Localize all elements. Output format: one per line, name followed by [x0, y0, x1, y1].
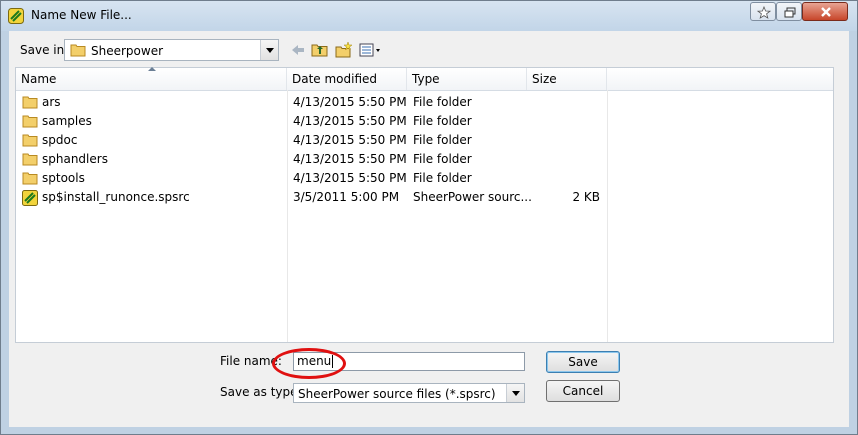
cancel-button[interactable]: Cancel	[546, 380, 620, 402]
save-as-type-value: SheerPower source files (*.spsrc)	[298, 387, 496, 401]
sheerpower-app-icon	[8, 8, 24, 24]
file-type: File folder	[413, 171, 472, 185]
back-arrow-icon[interactable]	[289, 41, 307, 59]
dialog-window: Name New File... Save in: Sheerpower Nam…	[0, 0, 858, 435]
chevron-down-icon	[266, 48, 274, 53]
file-size	[527, 150, 600, 169]
file-name: ars	[42, 95, 61, 109]
star-icon	[756, 5, 772, 19]
folder-icon	[70, 44, 86, 57]
column-header-name[interactable]: Name	[16, 67, 287, 90]
dialog-body: Save in: Sheerpower Name Date modified T…	[9, 31, 849, 427]
file-date: 4/13/2015 5:50 PM	[293, 114, 407, 128]
title-bar[interactable]: Name New File...	[1, 1, 857, 31]
file-type: File folder	[413, 152, 472, 166]
restore-button[interactable]	[776, 2, 802, 21]
column-header-size[interactable]: Size	[527, 68, 607, 90]
new-folder-icon[interactable]	[335, 41, 353, 59]
sheerpower-file-icon	[22, 190, 38, 206]
list-item[interactable]: sp$install_runonce.spsrc 3/5/2011 5:00 P…	[16, 188, 616, 207]
file-size	[527, 112, 600, 131]
close-button[interactable]	[802, 2, 848, 21]
file-date: 4/13/2015 5:50 PM	[293, 152, 407, 166]
window-title: Name New File...	[31, 8, 132, 22]
save-in-dropdown[interactable]: Sheerpower	[64, 39, 279, 61]
save-in-label: Save in:	[20, 43, 69, 57]
save-in-value: Sheerpower	[91, 44, 164, 58]
folder-icon	[22, 134, 38, 147]
save-as-type-dropdown[interactable]: SheerPower source files (*.spsrc)	[293, 383, 525, 403]
folder-icon	[22, 96, 38, 109]
file-name: sptools	[42, 171, 85, 185]
file-type: File folder	[413, 95, 472, 109]
file-name: sphandlers	[42, 152, 108, 166]
file-size	[527, 93, 600, 112]
file-date: 3/5/2011 5:00 PM	[293, 190, 400, 204]
list-item[interactable]: sptools 4/13/2015 5:50 PM File folder	[16, 169, 616, 188]
folder-icon	[22, 172, 38, 185]
save-button[interactable]: Save	[546, 351, 620, 373]
file-name: sp$install_runonce.spsrc	[42, 190, 190, 204]
file-size	[527, 131, 600, 150]
view-menu-icon[interactable]	[359, 41, 385, 59]
file-name: samples	[42, 114, 92, 128]
file-date: 4/13/2015 5:50 PM	[293, 133, 407, 147]
list-item[interactable]: spdoc 4/13/2015 5:50 PM File folder	[16, 131, 616, 150]
file-type: File folder	[413, 133, 472, 147]
list-item[interactable]: ars 4/13/2015 5:50 PM File folder	[16, 93, 616, 112]
save-as-type-label: Save as type:	[220, 385, 302, 399]
close-icon	[821, 7, 831, 17]
folder-icon	[22, 153, 38, 166]
up-folder-icon[interactable]	[311, 41, 329, 59]
help-button[interactable]	[750, 2, 776, 21]
column-header-bar: Name Date modified Type Size	[16, 67, 833, 91]
sort-ascending-icon	[148, 67, 156, 71]
file-size: 2 KB	[572, 190, 600, 204]
file-name: spdoc	[42, 133, 78, 147]
file-type: File folder	[413, 114, 472, 128]
file-date: 4/13/2015 5:50 PM	[293, 171, 407, 185]
file-list[interactable]: Name Date modified Type Size ars 4/13/20…	[15, 67, 834, 343]
list-item[interactable]: sphandlers 4/13/2015 5:50 PM File folder	[16, 150, 616, 169]
folder-icon	[22, 115, 38, 128]
file-size	[527, 169, 600, 188]
column-header-date-modified[interactable]: Date modified	[287, 68, 407, 90]
file-type: SheerPower sourc...	[413, 190, 532, 204]
list-item[interactable]: samples 4/13/2015 5:50 PM File folder	[16, 112, 616, 131]
annotation-highlight-ellipse	[272, 348, 346, 379]
chevron-down-icon	[512, 391, 520, 396]
save-in-dropdown-button[interactable]	[260, 40, 278, 60]
column-header-type[interactable]: Type	[407, 68, 527, 90]
file-date: 4/13/2015 5:50 PM	[293, 95, 407, 109]
save-as-type-dropdown-button[interactable]	[506, 384, 524, 402]
restore-icon	[784, 7, 796, 18]
